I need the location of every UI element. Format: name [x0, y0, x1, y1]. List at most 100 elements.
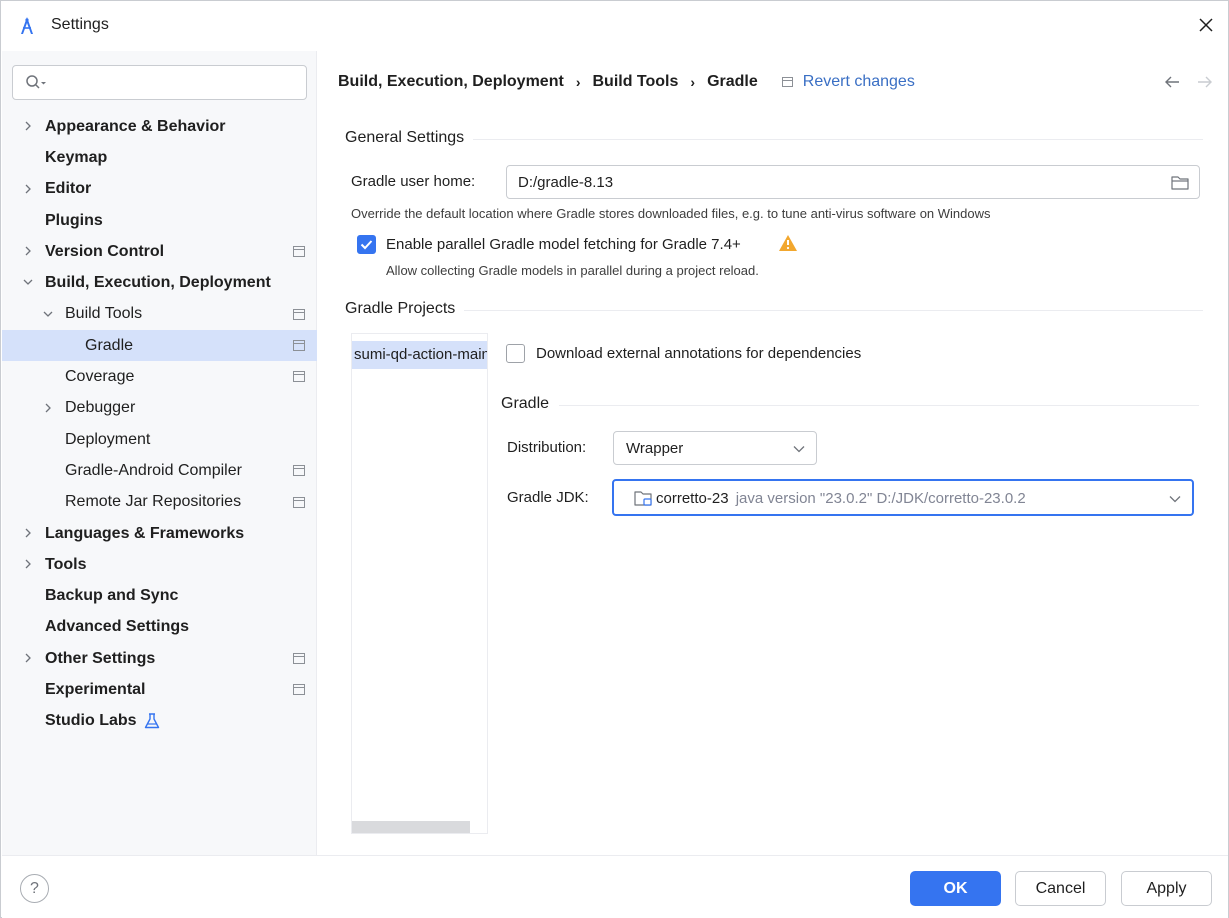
- apply-button[interactable]: Apply: [1121, 871, 1212, 906]
- dialog-footer: ? OK Cancel Apply: [2, 855, 1228, 918]
- sidebar-item-label: Other Settings: [45, 649, 156, 667]
- chevron-right-icon[interactable]: [22, 652, 34, 664]
- section-divider: [559, 405, 1199, 406]
- parallel-fetching-label[interactable]: Enable parallel Gradle model fetching fo…: [386, 236, 741, 253]
- warning-icon[interactable]: [778, 234, 798, 252]
- chevron-right-icon[interactable]: [22, 120, 34, 132]
- download-annotations-label[interactable]: Download external annotations for depend…: [536, 345, 861, 362]
- forward-arrow-icon[interactable]: [1196, 74, 1214, 90]
- breadcrumb: Build, Execution, Deployment › Build Too…: [338, 71, 915, 93]
- project-level-icon: [293, 684, 305, 696]
- distribution-dropdown[interactable]: Wrapper: [613, 431, 817, 465]
- sidebar-item-studio-labs[interactable]: Studio Labs: [2, 706, 317, 737]
- sidebar-item-other-settings[interactable]: Other Settings: [2, 643, 317, 674]
- project-level-icon: [293, 340, 305, 352]
- chevron-right-icon[interactable]: [22, 245, 34, 257]
- search-input[interactable]: [53, 72, 298, 94]
- breadcrumb-item[interactable]: Build, Execution, Deployment: [338, 73, 564, 91]
- sidebar-item-build-execution-deployment[interactable]: Build, Execution, Deployment: [2, 267, 317, 298]
- sidebar-item-label: Editor: [45, 180, 92, 198]
- sidebar-item-appearance-behavior[interactable]: Appearance & Behavior: [2, 111, 317, 142]
- project-level-icon: [293, 496, 305, 508]
- breadcrumb-separator: ›: [575, 74, 581, 90]
- download-annotations-checkbox[interactable]: [506, 344, 525, 363]
- gradle-section-title: Gradle: [501, 395, 550, 412]
- sidebar-item-label: Debugger: [65, 399, 136, 417]
- cancel-button[interactable]: Cancel: [1015, 871, 1106, 906]
- chevron-right-icon[interactable]: [22, 527, 34, 539]
- checkmark-icon: [360, 240, 373, 250]
- parallel-fetching-hint: Allow collecting Gradle models in parall…: [386, 263, 759, 278]
- sidebar-item-experimental[interactable]: Experimental: [2, 674, 317, 705]
- sidebar-item-backup-sync[interactable]: Backup and Sync: [2, 580, 317, 611]
- sidebar-item-remote-jar-repositories[interactable]: Remote Jar Repositories: [2, 487, 317, 518]
- sidebar-item-label: Remote Jar Repositories: [65, 493, 242, 511]
- sidebar-item-label: Deployment: [65, 430, 151, 448]
- chevron-right-icon[interactable]: [22, 558, 34, 570]
- gradle-user-home-label: Gradle user home:: [351, 173, 476, 190]
- chevron-down-icon[interactable]: [1169, 495, 1181, 503]
- parallel-fetching-checkbox[interactable]: [357, 235, 376, 254]
- project-level-icon: [293, 653, 305, 665]
- sidebar-item-gradle[interactable]: Gradle: [2, 330, 317, 362]
- project-level-icon: [293, 371, 305, 383]
- sidebar-item-gradle-android-compiler[interactable]: Gradle-Android Compiler: [2, 455, 317, 486]
- section-divider: [464, 310, 1203, 311]
- title-bar: Settings: [1, 1, 1228, 51]
- gradle-user-home-hint: Override the default location where Grad…: [351, 206, 991, 221]
- jdk-detail: java version "23.0.2" D:/JDK/corretto-23…: [735, 490, 1026, 507]
- sidebar-item-editor[interactable]: Editor: [2, 174, 317, 205]
- sidebar-item-label: Plugins: [45, 211, 103, 229]
- settings-sidebar: Appearance & Behavior Keymap Editor Plug…: [2, 51, 317, 855]
- sidebar-item-label: Keymap: [45, 148, 108, 166]
- help-button[interactable]: ?: [20, 874, 49, 903]
- sidebar-item-label: Backup and Sync: [45, 587, 179, 605]
- sidebar-item-advanced-settings[interactable]: Advanced Settings: [2, 612, 317, 643]
- sidebar-item-plugins[interactable]: Plugins: [2, 205, 317, 236]
- breadcrumb-item[interactable]: Build Tools: [592, 73, 678, 91]
- sidebar-item-label: Languages & Frameworks: [45, 524, 245, 542]
- sidebar-item-version-control[interactable]: Version Control: [2, 236, 317, 267]
- breadcrumb-separator: ›: [690, 74, 696, 90]
- sidebar-item-deployment[interactable]: Deployment: [2, 424, 317, 455]
- sidebar-item-label: Coverage: [65, 368, 135, 386]
- gradle-jdk-dropdown[interactable]: corretto-23 java version "23.0.2" D:/JDK…: [612, 479, 1194, 516]
- breadcrumb-item-current: Gradle: [707, 73, 758, 90]
- chevron-down-icon[interactable]: [42, 308, 54, 320]
- sidebar-item-label: Gradle: [85, 336, 134, 354]
- sidebar-item-label: Studio Labs: [45, 712, 137, 730]
- chevron-down-icon[interactable]: [22, 276, 34, 288]
- sidebar-item-languages-frameworks[interactable]: Languages & Frameworks: [2, 518, 317, 549]
- chevron-down-icon[interactable]: [793, 445, 805, 453]
- general-settings-title: General Settings: [345, 129, 465, 146]
- section-divider: [473, 139, 1203, 140]
- settings-window: Settings Appearance & Behavior Keymap Ed…: [0, 0, 1229, 918]
- sidebar-item-label: Experimental: [45, 680, 146, 698]
- back-arrow-icon[interactable]: [1163, 74, 1181, 90]
- horizontal-scrollbar[interactable]: [352, 821, 470, 833]
- search-icon[interactable]: [25, 74, 47, 92]
- list-item[interactable]: sumi-qd-action-main: [352, 341, 487, 369]
- gradle-projects-list[interactable]: sumi-qd-action-main: [351, 333, 488, 834]
- ok-button[interactable]: OK: [910, 871, 1001, 906]
- folder-icon[interactable]: [1171, 175, 1189, 190]
- sidebar-item-label: Appearance & Behavior: [45, 117, 226, 135]
- chevron-right-icon[interactable]: [42, 402, 54, 414]
- close-icon[interactable]: [1196, 15, 1216, 35]
- sidebar-item-debugger[interactable]: Debugger: [2, 393, 317, 424]
- jdk-value: corretto-23 java version "23.0.2" D:/JDK…: [656, 490, 1026, 507]
- sidebar-item-coverage[interactable]: Coverage: [2, 361, 317, 392]
- chevron-right-icon[interactable]: [22, 183, 34, 195]
- gradle-user-home-field[interactable]: D:/gradle-8.13: [506, 165, 1200, 199]
- distribution-value: Wrapper: [626, 440, 684, 457]
- search-box[interactable]: [12, 65, 307, 100]
- sidebar-item-keymap[interactable]: Keymap: [2, 142, 317, 173]
- flask-icon: [144, 712, 160, 728]
- gradle-user-home-value[interactable]: D:/gradle-8.13: [518, 174, 613, 191]
- sidebar-item-build-tools[interactable]: Build Tools: [2, 299, 317, 330]
- distribution-label: Distribution:: [507, 439, 587, 456]
- project-level-icon: [293, 465, 305, 477]
- sidebar-item-tools[interactable]: Tools: [2, 549, 317, 580]
- gradle-projects-title: Gradle Projects: [345, 300, 456, 317]
- revert-changes-link[interactable]: Revert changes: [803, 73, 915, 91]
